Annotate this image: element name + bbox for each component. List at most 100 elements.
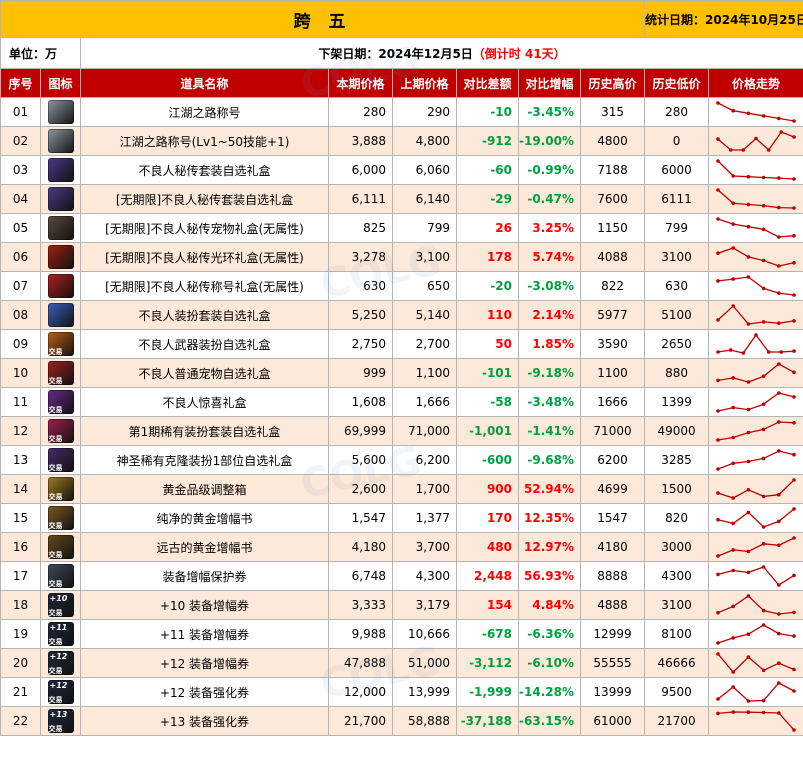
col-header-high: 历史高价 — [579, 68, 646, 98]
trend-point — [746, 275, 751, 279]
price-trend — [708, 532, 803, 562]
price-diff: -58 — [456, 387, 519, 417]
trend-point — [792, 319, 796, 323]
price-diff: -101 — [456, 358, 519, 388]
trend-line — [717, 392, 795, 412]
previous-price: 1,100 — [392, 358, 457, 388]
trend-line — [717, 682, 795, 702]
price-diff: -60 — [456, 155, 519, 185]
icon-cell — [40, 97, 81, 127]
price-trend — [708, 706, 803, 736]
col-header-trend: 价格走势 — [708, 68, 803, 98]
history-low: 49000 — [644, 416, 710, 446]
trend-point — [792, 349, 796, 353]
price-pct: 3.25% — [518, 213, 581, 243]
trend-point — [716, 188, 720, 192]
trend-point — [792, 689, 796, 693]
trend-line — [717, 421, 795, 441]
sparkline — [716, 565, 796, 587]
table-row: 21 +12 交易 +12 装备强化券 12,000 13,999 -1,999 -14.28… — [0, 677, 803, 707]
trend-point — [766, 350, 771, 354]
title-row: 跨 五 统计日期：2024年10月25日 — [0, 0, 803, 38]
trend-point — [728, 148, 733, 152]
current-price: 2,750 — [328, 329, 393, 359]
sparkline — [716, 478, 796, 500]
price-diff: -1,999 — [456, 677, 519, 707]
previous-price: 2,700 — [392, 329, 457, 359]
info-row: 单位：万 下架日期：2024年12月5日（倒计时 41天） — [0, 37, 803, 69]
sparkline — [716, 681, 796, 703]
icon-cell: 交易 — [40, 445, 81, 475]
trend-point — [777, 264, 781, 268]
trend-point — [792, 667, 796, 672]
history-high: 6200 — [579, 445, 646, 475]
sparkline — [716, 507, 796, 529]
trend-point — [746, 380, 751, 384]
trend-point — [761, 227, 766, 232]
trend-point — [716, 438, 720, 442]
row-number: 06 — [0, 242, 41, 272]
unit-label: 单位：万 — [0, 37, 81, 69]
trend-point — [761, 320, 766, 324]
table-row: 11 交易 不良人惊喜礼盒 1,608 1,666 -58 -3.48% 1666 1399 — [0, 387, 803, 417]
item-name: 不良人武器装扮自选礼盒 — [80, 329, 329, 359]
trend-point — [761, 623, 766, 627]
price-pct: 5.74% — [518, 242, 581, 272]
current-price: 1,608 — [328, 387, 393, 417]
icon-plus-label: +11 — [49, 623, 68, 632]
current-price: 1,547 — [328, 503, 393, 533]
trade-tag: 交易 — [48, 348, 63, 356]
icon-cell — [40, 184, 81, 214]
pet-box-icon — [47, 216, 74, 240]
col-header-no: 序号 — [0, 68, 41, 98]
icon-cell: +11 交易 — [40, 619, 81, 649]
trend-point — [728, 348, 733, 352]
history-low: 3285 — [644, 445, 710, 475]
trend-point — [731, 636, 736, 640]
icon-cell: +10 交易 — [40, 590, 81, 620]
trend-point — [777, 420, 781, 424]
price-pct: -6.36% — [518, 619, 581, 649]
price-trend — [708, 271, 803, 301]
reinforce12-ticket-icon: +12 交易 — [47, 680, 74, 704]
trend-point — [741, 148, 746, 152]
trend-point — [716, 318, 720, 322]
icon-cell: 交易 — [40, 387, 81, 417]
trend-point — [731, 685, 736, 689]
trend-line — [717, 305, 795, 325]
icon-cell: 交易 — [40, 503, 81, 533]
history-high: 61000 — [579, 706, 646, 736]
trend-point — [761, 286, 766, 291]
row-number: 20 — [0, 648, 41, 678]
price-pct: 52.94% — [518, 474, 581, 504]
row-number: 15 — [0, 503, 41, 533]
trend-point — [731, 304, 736, 308]
trend-point — [746, 459, 751, 464]
trend-point — [766, 148, 771, 152]
row-number: 11 — [0, 387, 41, 417]
column-header-row: 序号 图标 道具名称 本期价格 上期价格 对比差额 对比增幅 历史高价 历史低价… — [0, 68, 803, 98]
current-price: 999 — [328, 358, 393, 388]
item-name: [无期限]不良人秘传光环礼盒(无属性) — [80, 242, 329, 272]
sparkline — [716, 391, 796, 413]
previous-price: 3,100 — [392, 242, 457, 272]
icon-cell — [40, 126, 81, 156]
row-number: 13 — [0, 445, 41, 475]
current-price: 3,278 — [328, 242, 393, 272]
previous-price: 290 — [392, 97, 457, 127]
trend-point — [731, 435, 736, 440]
history-low: 880 — [644, 358, 710, 388]
item-name: [无期限]不良人秘传宠物礼盒(无属性) — [80, 213, 329, 243]
trend-point — [777, 116, 781, 121]
sparkline — [716, 333, 796, 355]
history-high: 1666 — [579, 387, 646, 417]
trend-point — [777, 583, 781, 587]
current-price: 3,888 — [328, 126, 393, 156]
trend-line — [717, 131, 795, 151]
previous-price: 4,300 — [392, 561, 457, 591]
table-row: 19 +11 交易 +11 装备增幅券 9,988 10,666 -678 -6.36% 129… — [0, 619, 803, 649]
sparkline — [716, 710, 796, 732]
history-high: 5977 — [579, 300, 646, 330]
history-high: 315 — [579, 97, 646, 127]
price-diff: -37,188 — [456, 706, 519, 736]
